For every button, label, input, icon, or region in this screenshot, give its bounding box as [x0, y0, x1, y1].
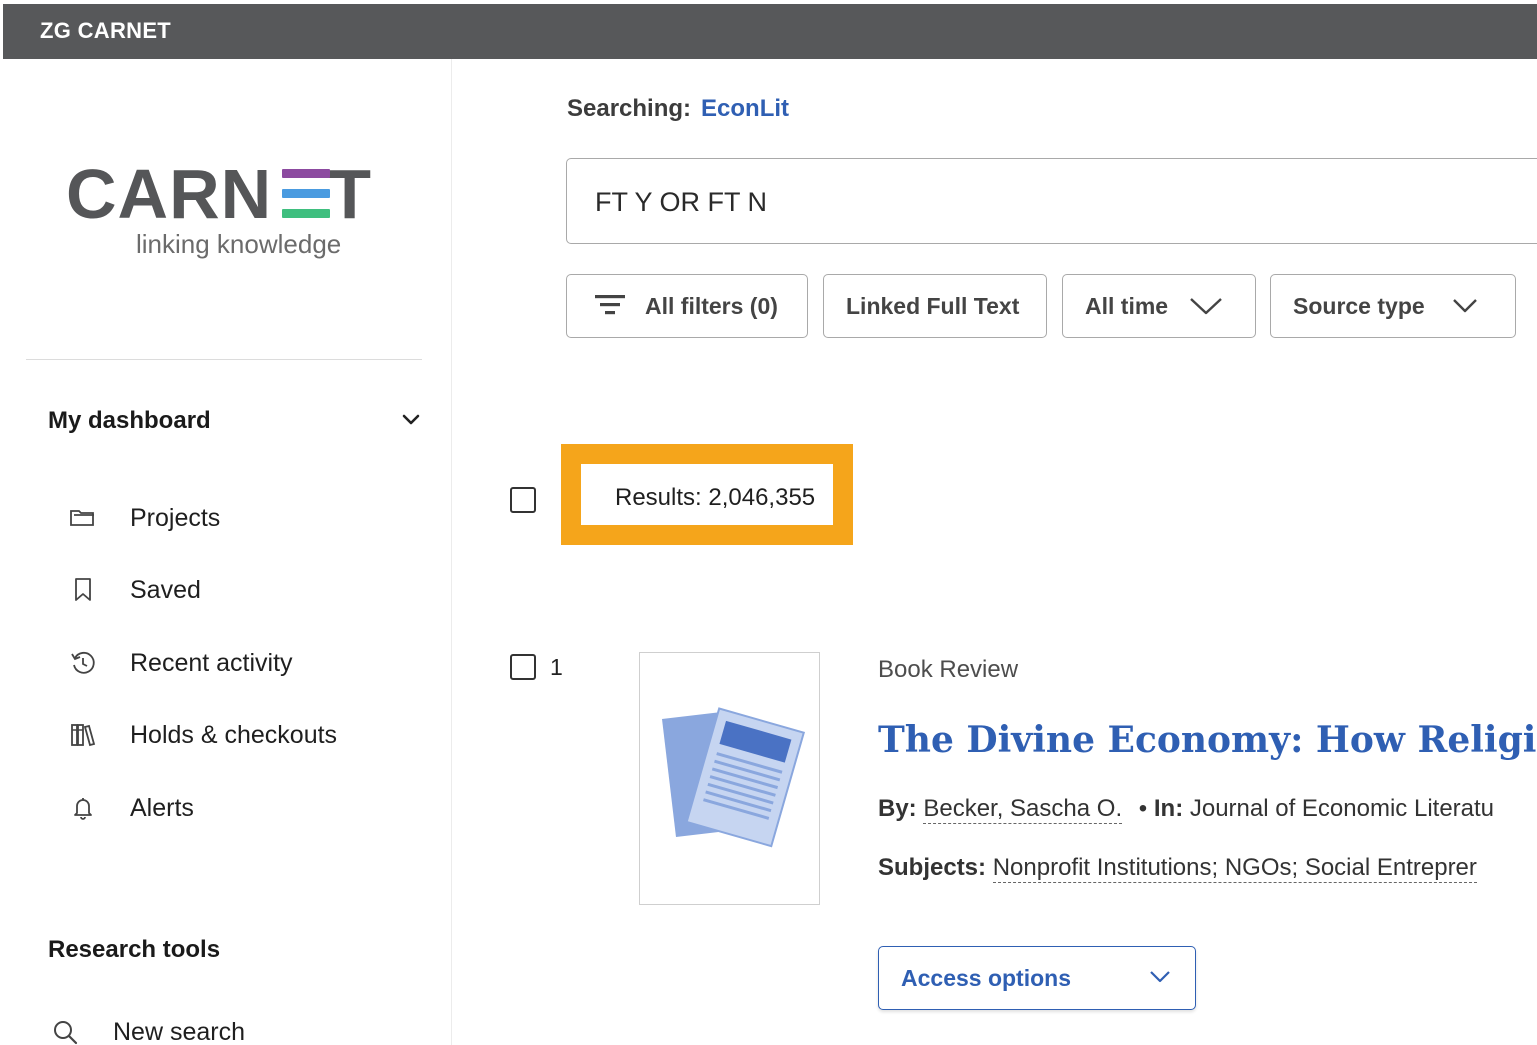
sidebar: CARN T linking knowledge My dashboard Pro…: [0, 59, 452, 1045]
sidebar-divider: [26, 359, 422, 360]
institution-name: ZG CARNET: [40, 18, 172, 43]
logo-tagline: linking knowledge: [136, 229, 342, 259]
source-type-label: Source type: [1293, 292, 1425, 319]
chevron-down-icon: [402, 414, 420, 425]
sidebar-item-holds-checkouts[interactable]: Holds & checkouts: [66, 715, 436, 755]
searching-label: Searching:: [567, 95, 692, 122]
main-content: Searching: EconLit All filters (0) Linked…: [453, 59, 1537, 1045]
my-dashboard-title: My dashboard: [48, 407, 211, 434]
sidebar-item-alerts[interactable]: Alerts: [66, 788, 436, 828]
result-title-link[interactable]: The Divine Economy: How Religions: [878, 719, 1537, 761]
my-dashboard-toggle[interactable]: My dashboard: [48, 403, 428, 437]
logo-e-bars: [282, 169, 330, 219]
bell-icon: [66, 794, 100, 822]
searching-line: Searching: EconLit: [567, 95, 789, 123]
result-subjects: Subjects: Nonprofit Institutions; NGOs; …: [878, 854, 1477, 883]
access-options-dropdown[interactable]: Access options: [878, 946, 1196, 1010]
chevron-down-icon: [1452, 299, 1477, 313]
sidebar-item-label: Holds & checkouts: [130, 720, 338, 749]
chevron-down-icon: [1150, 971, 1170, 983]
folders-icon: [66, 504, 100, 532]
select-all-checkbox[interactable]: [510, 487, 536, 513]
top-bar: ZG CARNET: [3, 4, 1537, 59]
access-options-label: Access options: [901, 964, 1071, 991]
result-type: Book Review: [878, 656, 1019, 683]
result-number: 1: [550, 654, 563, 680]
all-filters-button[interactable]: All filters (0): [566, 274, 808, 338]
research-tools-title: Research tools: [48, 936, 221, 963]
author-link[interactable]: Becker, Sascha O.: [923, 795, 1123, 824]
result-thumbnail[interactable]: [639, 652, 820, 905]
sidebar-item-label: New search: [113, 1017, 245, 1045]
search-input[interactable]: [595, 183, 1495, 221]
bookmark-icon: [66, 576, 100, 604]
linked-full-text-button[interactable]: Linked Full Text: [823, 274, 1047, 338]
all-time-dropdown[interactable]: All time: [1062, 274, 1256, 338]
source-type-dropdown[interactable]: Source type: [1270, 274, 1516, 338]
filter-icon: [595, 295, 625, 315]
result-byline: By: Becker, Sascha O. • In: Journal of E…: [878, 795, 1495, 824]
by-label: By:: [878, 795, 917, 822]
all-filters-label: All filters (0): [645, 292, 778, 319]
sidebar-item-recent-activity[interactable]: Recent activity: [66, 643, 436, 683]
results-count-highlight: Results: 2,046,355: [561, 444, 853, 545]
results-count: Results: 2,046,355: [615, 484, 816, 511]
bullet-separator: •: [1138, 795, 1148, 822]
subjects-links[interactable]: Nonprofit Institutions; NGOs; Social Ent…: [992, 854, 1477, 883]
chevron-down-icon: [1190, 298, 1222, 315]
sidebar-item-projects[interactable]: Projects: [66, 498, 436, 538]
sidebar-item-saved[interactable]: Saved: [66, 570, 436, 610]
history-icon: [66, 649, 100, 677]
all-time-label: All time: [1085, 292, 1169, 319]
subjects-label: Subjects:: [878, 854, 987, 881]
linked-full-text-label: Linked Full Text: [846, 292, 1020, 319]
result-checkbox[interactable]: [510, 654, 536, 680]
sidebar-item-label: Alerts: [130, 793, 194, 822]
journal-name: Journal of Economic Literatu: [1189, 795, 1495, 822]
search-box: [566, 158, 1537, 244]
books-icon: [66, 721, 100, 749]
search-icon: [48, 1018, 82, 1045]
sidebar-item-label: Recent activity: [130, 648, 293, 677]
in-label: In:: [1153, 795, 1184, 822]
sidebar-item-label: Saved: [130, 575, 201, 604]
carnet-logo[interactable]: CARN T linking knowledge: [66, 159, 386, 269]
document-icon: [662, 707, 806, 848]
sidebar-item-new-search[interactable]: New search: [48, 1012, 418, 1045]
sidebar-item-label: Projects: [130, 503, 221, 532]
database-link[interactable]: EconLit: [701, 95, 789, 122]
